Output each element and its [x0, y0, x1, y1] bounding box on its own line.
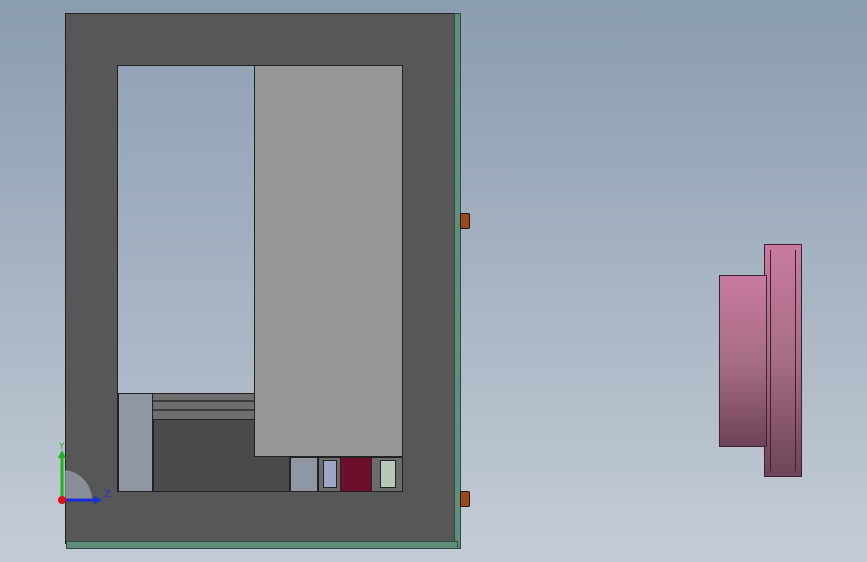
- gear-right[interactable]: [380, 460, 396, 488]
- z-axis-label: Z: [104, 489, 111, 500]
- right-post[interactable]: [290, 457, 318, 492]
- axis-triad-icon: Y Z: [52, 440, 122, 510]
- drive-motor[interactable]: [340, 457, 372, 492]
- z-axis-arrow: [94, 496, 102, 504]
- bolt-top[interactable]: [460, 213, 470, 229]
- gear-left[interactable]: [323, 460, 337, 488]
- frame-base-plate[interactable]: [66, 541, 458, 549]
- bolt-bottom[interactable]: [460, 491, 470, 507]
- axis-triad-svg: Y Z: [58, 442, 111, 504]
- flange-rim-edge: [770, 250, 796, 471]
- left-post[interactable]: [118, 393, 153, 492]
- flange-hub[interactable]: [719, 275, 767, 447]
- frame-side-plate[interactable]: [454, 13, 461, 549]
- guide-rail-edge: [153, 409, 255, 411]
- y-axis-label: Y: [58, 442, 65, 452]
- sliding-panel[interactable]: [254, 65, 403, 457]
- guide-rail-edge: [153, 400, 255, 402]
- triad-arc: [62, 470, 92, 500]
- origin-point: [58, 496, 66, 504]
